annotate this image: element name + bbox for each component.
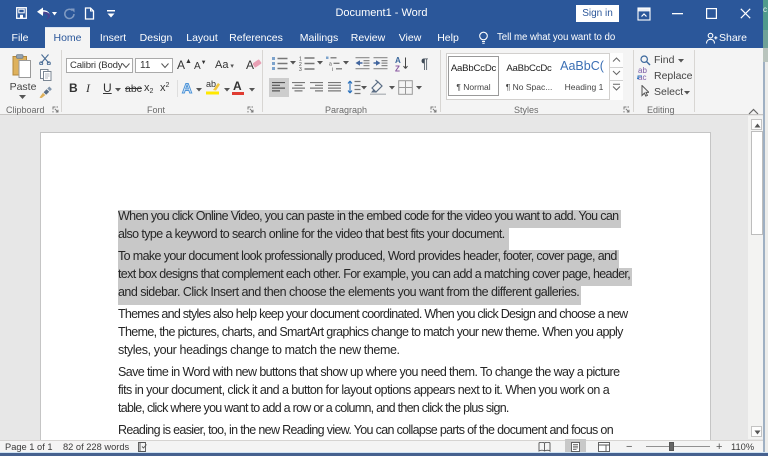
svg-text:i: i xyxy=(332,67,333,71)
svg-text:A: A xyxy=(182,80,192,95)
svg-text:Z: Z xyxy=(395,65,400,73)
svg-text:3: 3 xyxy=(299,67,302,71)
